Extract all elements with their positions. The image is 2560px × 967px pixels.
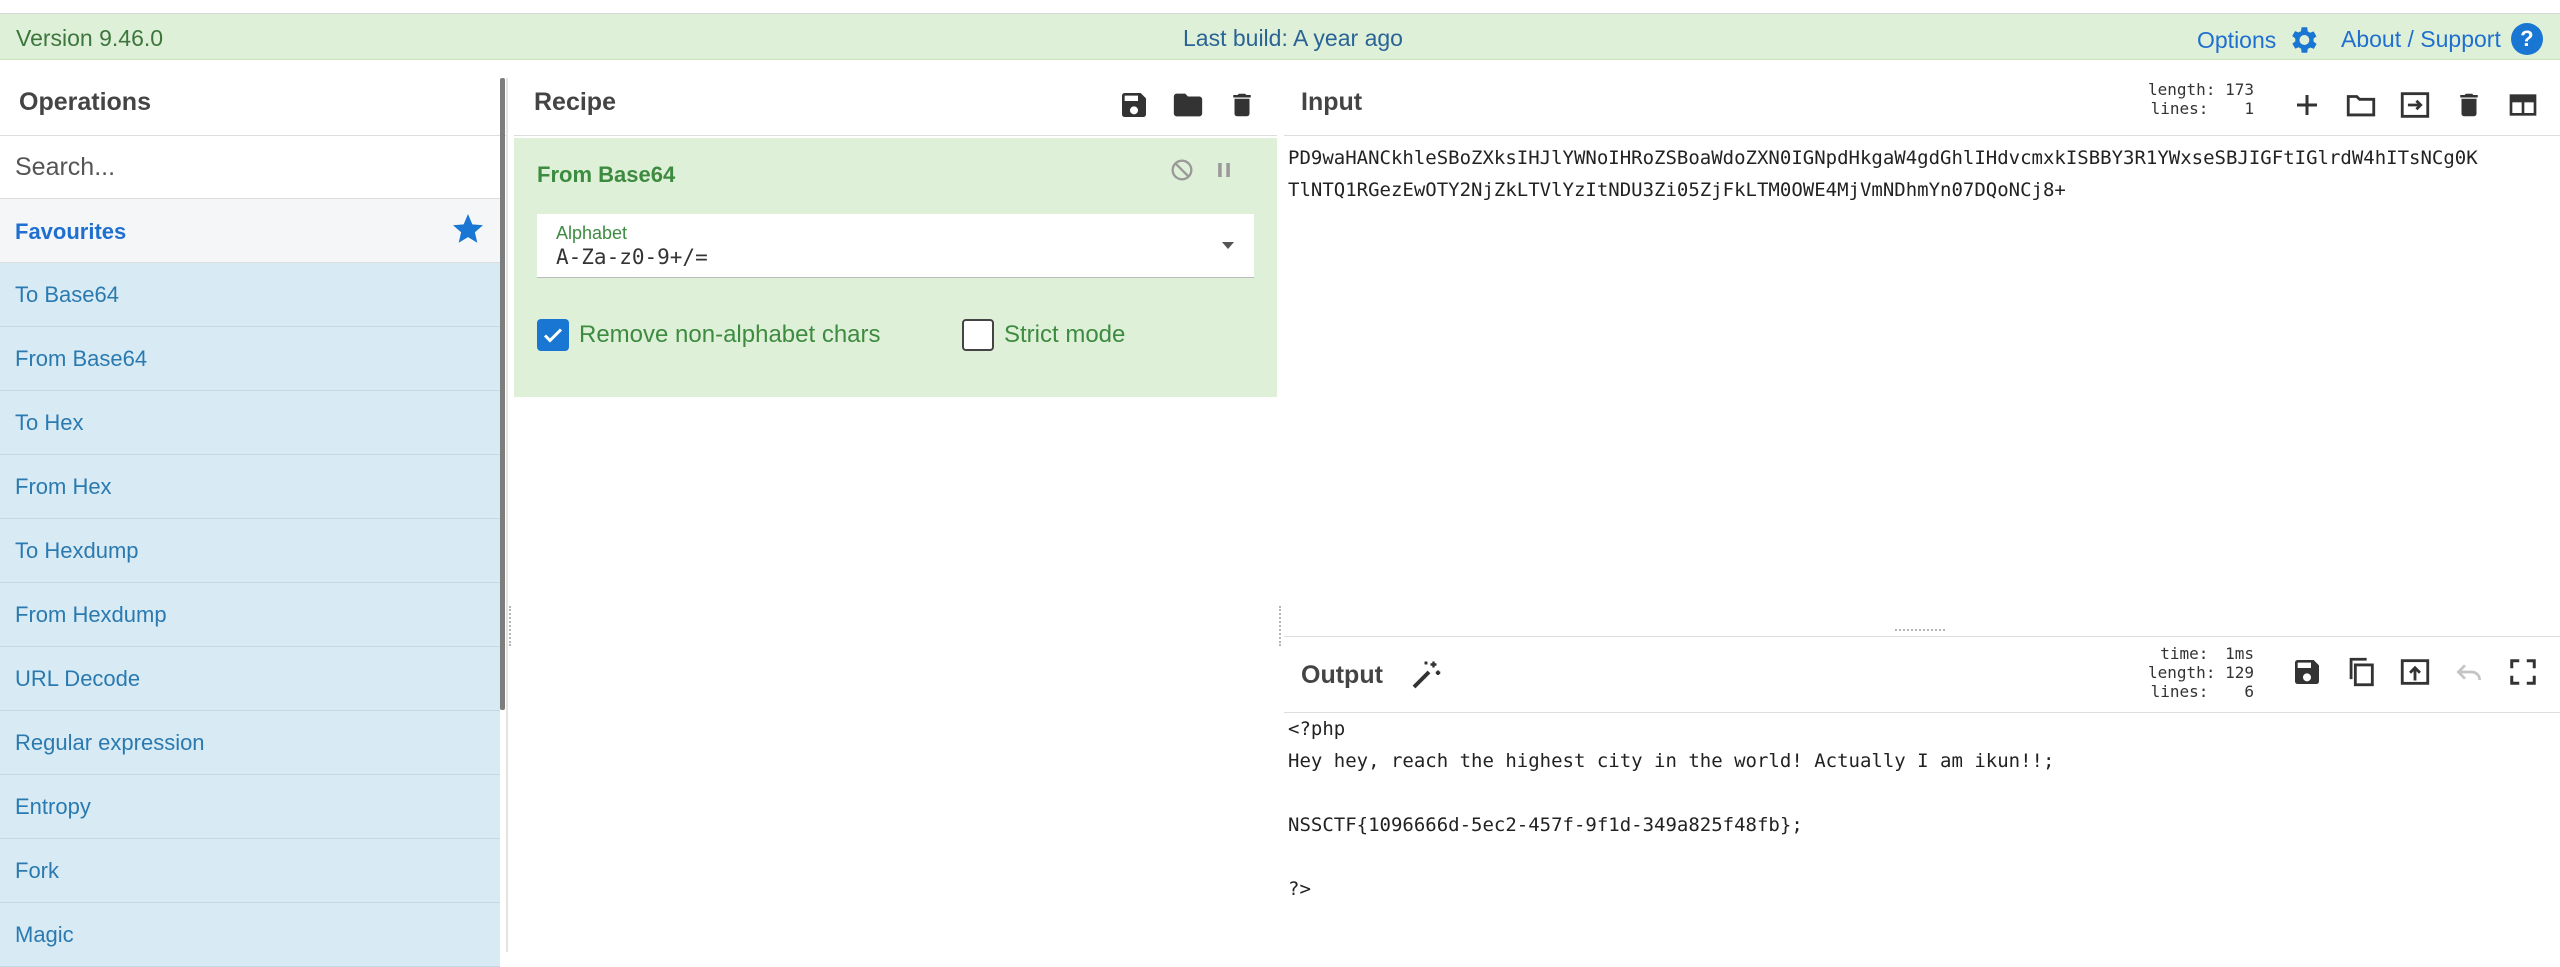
recipe-header: Recipe <box>514 78 1277 136</box>
checkbox-unchecked-icon[interactable] <box>962 319 994 351</box>
input-textarea[interactable]: PD9waHANCkhleSBoZXksIHJlYWNoIHRoZSBoaWdo… <box>1288 142 2556 206</box>
input-lines-label: lines: <box>2150 99 2209 118</box>
recipe-pane: Recipe From Base64 Alphabet A-Za-z0-9+/= <box>514 78 1277 952</box>
replace-input-button[interactable] <box>2394 651 2436 693</box>
recipe-operation-name: From Base64 <box>537 162 676 187</box>
input-file-icon <box>2400 92 2430 118</box>
copy-icon <box>2349 657 2374 687</box>
status-banner: Version 9.46.0 Last build: A year ago Op… <box>0 14 2560 60</box>
magic-wand-icon[interactable] <box>1408 657 1444 693</box>
save-icon <box>2295 660 2319 684</box>
output-text[interactable]: <?php Hey hey, reach the highest city in… <box>1288 713 2054 905</box>
folder-icon <box>1173 93 1203 117</box>
search-input[interactable] <box>0 136 500 199</box>
operations-scrollbar[interactable] <box>500 78 505 710</box>
save-icon <box>1122 93 1146 117</box>
clear-input-button[interactable] <box>2448 84 2490 126</box>
operations-header: Operations <box>0 78 508 136</box>
undo-icon <box>2456 664 2481 681</box>
operation-item[interactable]: To Hexdump <box>0 519 500 583</box>
operation-item[interactable]: Entropy <box>0 775 500 839</box>
save-recipe-button[interactable] <box>1113 84 1155 126</box>
input-length-value: 173 <box>2225 80 2254 99</box>
about-support-link[interactable]: About / Support ? <box>2341 23 2543 55</box>
checkbox-checked-icon[interactable] <box>537 319 569 351</box>
operation-item[interactable]: To Base64 <box>0 263 500 327</box>
output-title: Output <box>1301 661 1383 689</box>
operation-item[interactable]: Regular expression <box>0 711 500 775</box>
operation-item[interactable]: Fork <box>0 839 500 903</box>
add-input-tab-button[interactable] <box>2286 84 2328 126</box>
recipe-operation-from-base64[interactable]: From Base64 Alphabet A-Za-z0-9+/= Remove… <box>514 138 1277 397</box>
alphabet-value: A-Za-z0-9+/= <box>556 245 708 269</box>
browser-tab-strip <box>0 0 2560 14</box>
resize-handle-operations[interactable] <box>509 606 513 646</box>
recipe-title: Recipe <box>534 88 616 116</box>
output-lines-label: lines: <box>2150 682 2209 701</box>
input-lines-value: 1 <box>2244 99 2254 118</box>
remove-non-alphabet-label: Remove non-alphabet chars <box>579 321 881 348</box>
undo-button[interactable] <box>2448 651 2490 693</box>
open-file-button[interactable] <box>2394 84 2436 126</box>
output-time-value: 1ms <box>2225 644 2254 663</box>
load-recipe-button[interactable] <box>1167 84 1209 126</box>
last-build-label: Last build: A year ago <box>1183 25 1403 51</box>
open-folder-button[interactable] <box>2340 84 2382 126</box>
favourites-category[interactable]: Favourites <box>0 199 500 263</box>
layout-icon <box>2509 94 2537 116</box>
maximise-output-button[interactable] <box>2502 651 2544 693</box>
plus-icon <box>2297 95 2317 115</box>
output-stats: time: 1ms length: 129 lines: 6 <box>2114 644 2254 701</box>
output-header: Output time: 1ms length: 129 lines: 6 <box>1284 637 2560 713</box>
input-pane: Input length: 173 lines: 1 PD9waHANCkhle… <box>1284 78 2560 630</box>
about-support-label: About / Support <box>2341 25 2501 52</box>
output-length-value: 129 <box>2225 663 2254 682</box>
operations-list: To Base64 From Base64 To Hex From Hex To… <box>0 263 500 967</box>
options-link[interactable]: Options <box>2197 23 2320 57</box>
operation-item[interactable]: Magic <box>0 903 500 967</box>
input-stats: length: 173 lines: 1 <box>2114 80 2254 118</box>
options-label: Options <box>2197 26 2277 53</box>
star-icon[interactable] <box>450 211 486 247</box>
fullscreen-icon <box>2510 659 2536 685</box>
operation-item[interactable]: From Base64 <box>0 327 500 391</box>
folder-open-icon <box>2346 95 2376 117</box>
input-title: Input <box>1301 88 1363 116</box>
operations-divider <box>506 78 508 952</box>
remove-non-alphabet-checkbox[interactable]: Remove non-alphabet chars <box>537 319 881 351</box>
input-header: Input length: 173 lines: 1 <box>1284 78 2560 136</box>
version-label: Version 9.46.0 <box>16 25 164 51</box>
save-output-button[interactable] <box>2286 651 2328 693</box>
operations-title: Operations <box>19 88 151 116</box>
resize-handle-recipe[interactable] <box>1279 606 1283 646</box>
resize-handle-io[interactable] <box>1895 629 1945 633</box>
output-time-label: time: <box>2160 644 2209 663</box>
operations-pane: Operations Favourites To Base64 From Bas… <box>0 78 508 967</box>
disable-icon[interactable] <box>1168 156 1196 184</box>
copy-output-button[interactable] <box>2340 651 2382 693</box>
chevron-down-icon <box>1222 242 1234 249</box>
pause-icon[interactable] <box>1210 156 1238 184</box>
strict-mode-checkbox[interactable]: Strict mode <box>962 319 1125 351</box>
output-pane: Output time: 1ms length: 129 lines: 6 <?… <box>1284 636 2560 952</box>
alphabet-label: Alphabet <box>556 223 628 243</box>
clear-recipe-button[interactable] <box>1221 84 1263 126</box>
operation-item[interactable]: From Hexdump <box>0 583 500 647</box>
output-length-label: length: <box>2148 663 2216 682</box>
favourites-label: Favourites <box>15 219 127 244</box>
output-lines-value: 6 <box>2244 682 2254 701</box>
operation-item[interactable]: From Hex <box>0 455 500 519</box>
gear-icon <box>2292 27 2317 53</box>
alphabet-select[interactable]: Alphabet A-Za-z0-9+/= <box>537 214 1254 278</box>
reset-layout-button[interactable] <box>2502 84 2544 126</box>
upload-icon <box>2400 659 2430 685</box>
trash-icon <box>2460 93 2478 117</box>
trash-icon <box>1233 93 1251 117</box>
help-icon: ? <box>2510 23 2543 55</box>
operation-item[interactable]: To Hex <box>0 391 500 455</box>
input-length-label: length: <box>2148 80 2216 99</box>
strict-mode-label: Strict mode <box>1004 321 1126 348</box>
operation-item[interactable]: URL Decode <box>0 647 500 711</box>
